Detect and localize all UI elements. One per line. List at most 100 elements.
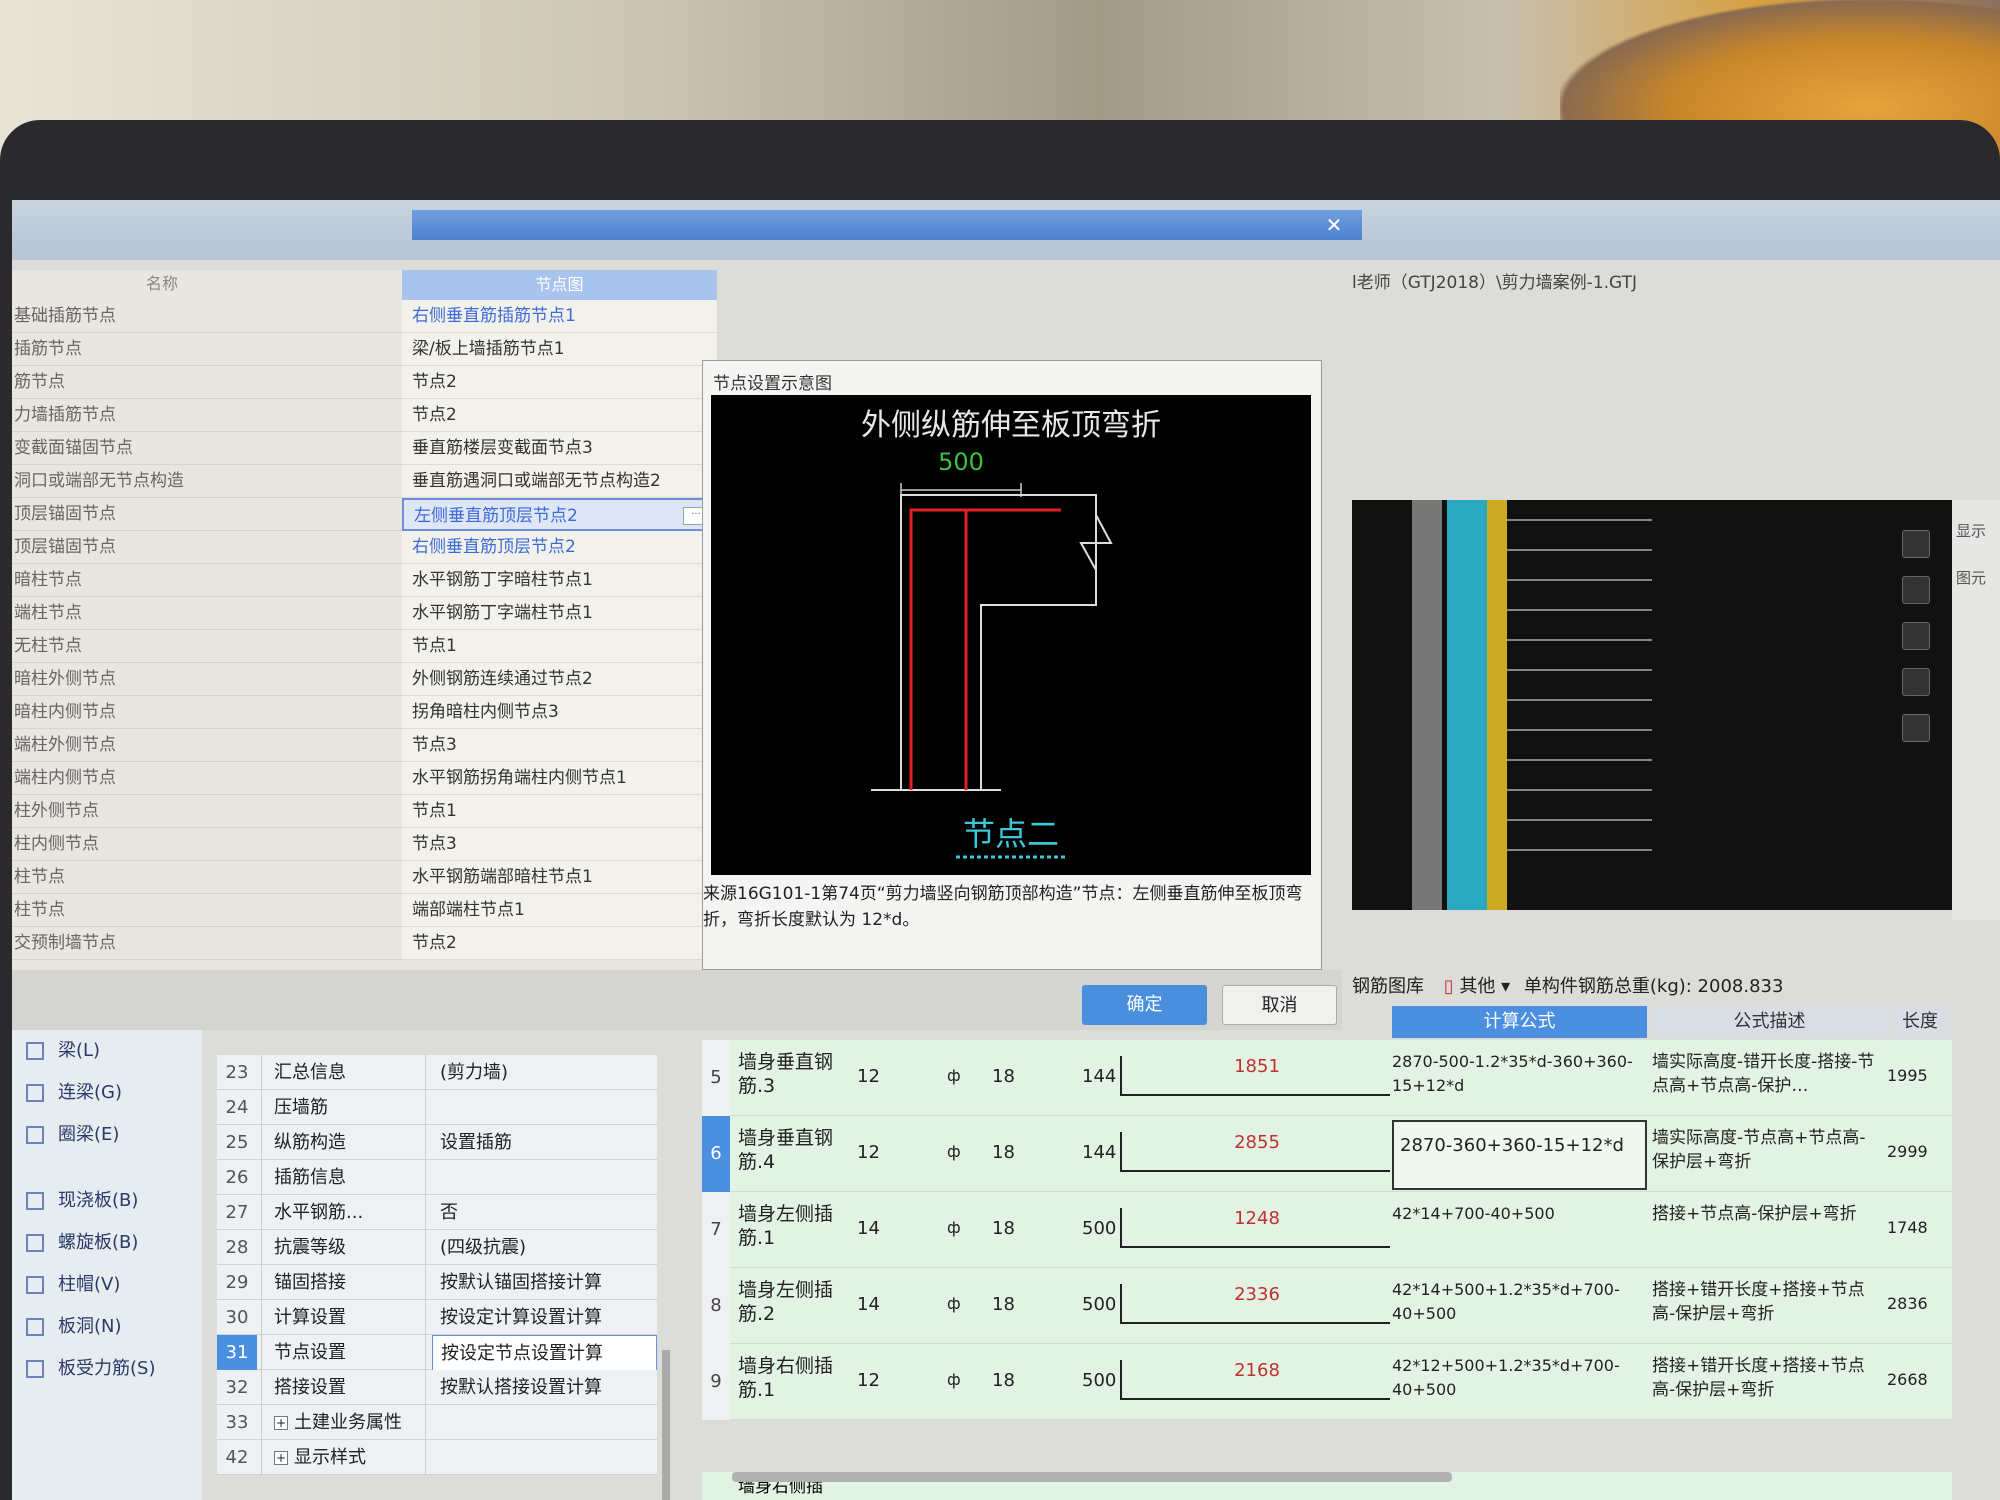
property-row[interactable]: 26 插筋信息 [217,1160,657,1195]
bar-formula: 42*14+700-40+500 [1392,1204,1555,1223]
header-formula[interactable]: 计算公式 [1392,1006,1647,1038]
rotate-icon[interactable] [1902,530,1930,558]
sidebar-item[interactable]: 板洞(N) [12,1306,202,1348]
sidebar-item[interactable]: 圈梁(E) [12,1114,202,1156]
node-list-item[interactable]: 左侧垂直筋顶层节点2 ··· [402,498,717,531]
bar-formula: 2870-500-1.2*35*d-360+360-15+12*d [1392,1052,1633,1095]
property-row[interactable]: 31 节点设置 按设定节点设置计算 [217,1335,657,1372]
node-list-item[interactable]: 节点1 [402,630,717,663]
table-row[interactable]: 5 墙身垂直钢筋.3 12 ф 18 144 2870-500-1.2*35*d-360+3… [702,1040,1952,1116]
table-row[interactable]: 9 墙身右侧插筋.1 12 ф 18 500 42*12+500+1.2*35*d+700-… [702,1344,1952,1420]
property-row[interactable]: 29 锚固搭接 按默认锚固搭接计算 [217,1265,657,1300]
expand-icon[interactable]: + [274,1451,288,1465]
node-list-item[interactable]: 右侧垂直筋插筋节点1 [402,300,717,333]
sidebar-item[interactable]: 梁(L) [12,1030,202,1072]
property-row[interactable]: 42 + 显示样式 [217,1440,657,1475]
node-list-item[interactable]: 垂直筋遇洞口或端部无节点构造2 [402,465,717,498]
property-row[interactable]: 33 + 土建业务属性 [217,1405,657,1440]
node-list-item[interactable]: 节点2 [402,399,717,432]
name-list-item[interactable]: 基础插筋节点 [12,300,402,333]
node-list-item[interactable]: 外侧钢筋连续通过节点2 [402,663,717,696]
bar-shape-length: 2168 [1234,1360,1280,1381]
property-row[interactable]: 23 汇总信息 (剪力墙) [217,1055,657,1090]
refresh-icon[interactable] [1902,714,1930,742]
node-list-item[interactable]: 端部端柱节点1 [402,894,717,927]
name-list-item[interactable]: 柱外侧节点 [12,795,402,828]
property-value[interactable]: 按设定计算设置计算 [432,1300,657,1335]
property-row[interactable]: 25 纵筋构造 设置插筋 [217,1125,657,1160]
chevron-down-icon[interactable]: ▾ [1501,976,1516,997]
header-description[interactable]: 公式描述 [1652,1006,1887,1038]
property-scrollbar[interactable] [662,1350,670,1500]
box-icon[interactable] [1902,668,1930,696]
property-value[interactable]: 否 [432,1195,657,1230]
node-list-item[interactable]: 节点3 [402,729,717,762]
sidebar-item[interactable]: 螺旋板(B) [12,1222,202,1264]
property-row[interactable]: 32 搭接设置 按默认搭接设置计算 [217,1370,657,1405]
node-list-item[interactable]: 水平钢筋端部暗柱节点1 [402,861,717,894]
rebar-library-button[interactable]: 钢筋图库 [1352,976,1424,997]
node-list-item[interactable]: 节点1 [402,795,717,828]
name-list-item[interactable]: 柱节点 [12,894,402,927]
property-value[interactable]: (四级抗震) [432,1230,657,1265]
name-list-item[interactable]: 端柱内侧节点 [12,762,402,795]
bar-grade: ф [947,1218,961,1237]
layer-icon[interactable] [1902,576,1930,604]
sidebar-item[interactable]: 柱帽(V) [12,1264,202,1306]
other-menu[interactable]: 其他 [1459,976,1495,997]
property-row[interactable]: 30 计算设置 按设定计算设置计算 [217,1300,657,1335]
sidebar-item[interactable]: 板受力筋(S) [12,1348,202,1390]
cancel-button[interactable]: 取消 [1222,985,1337,1025]
ok-button[interactable]: 确定 [1082,985,1207,1025]
bar-bend: 144 [1082,1066,1117,1087]
cube-icon[interactable] [1902,622,1930,650]
name-list-item[interactable]: 无柱节点 [12,630,402,663]
name-list-item[interactable]: 插筋节点 [12,333,402,366]
table-row[interactable]: 6 墙身垂直钢筋.4 12 ф 18 144 2870-360+360-15+12*d 墙实际… [702,1116,1952,1192]
name-list-item[interactable]: 暗柱外侧节点 [12,663,402,696]
3d-view[interactable] [1352,500,1952,910]
name-list-item[interactable]: 力墙插筋节点 [12,399,402,432]
property-value[interactable]: 设置插筋 [432,1125,657,1160]
node-list-item[interactable]: 水平钢筋拐角端柱内侧节点1 [402,762,717,795]
close-icon[interactable]: ✕ [1322,213,1346,237]
property-row[interactable]: 27 水平钢筋... 否 [217,1195,657,1230]
name-list-item[interactable]: 柱节点 [12,861,402,894]
name-list-item[interactable]: 顶层锚固节点 [12,531,402,564]
header-length[interactable]: 长度 [1890,1006,1950,1038]
node-list-item[interactable]: 梁/板上墙插筋节点1 [402,333,717,366]
property-value[interactable]: (剪力墙) [432,1055,657,1090]
name-list-item[interactable]: 交预制墙节点 [12,927,402,960]
node-list-item[interactable]: 垂直筋楼层变截面节点3 [402,432,717,465]
expand-icon[interactable]: + [274,1416,288,1430]
name-list-item[interactable]: 洞口或端部无节点构造 [12,465,402,498]
table-scrollbar[interactable] [732,1472,1452,1482]
name-list-item[interactable]: 变截面锚固节点 [12,432,402,465]
node-list-item[interactable]: 节点3 [402,828,717,861]
name-list-item[interactable]: 暗柱节点 [12,564,402,597]
node-list-item[interactable]: 水平钢筋丁字暗柱节点1 [402,564,717,597]
rebar-node-drawing: 外侧纵筋伸至板顶弯折 500 节点二 [861,408,1161,859]
node-list-item[interactable]: 节点2 [402,927,717,960]
name-list-item[interactable]: 端柱外侧节点 [12,729,402,762]
table-row[interactable]: 7 墙身左侧插筋.1 14 ф 18 500 42*14+700-40+500 搭接+节点高-… [702,1192,1952,1268]
table-row[interactable]: 8 墙身左侧插筋.2 14 ф 18 500 42*14+500+1.2*35*d+700-… [702,1268,1952,1344]
node-list-item[interactable]: 拐角暗柱内侧节点3 [402,696,717,729]
name-list-item[interactable]: 筋节点 [12,366,402,399]
property-value[interactable]: 按默认搭接设置计算 [432,1370,657,1405]
name-list-item[interactable]: 柱内侧节点 [12,828,402,861]
node-list-item[interactable]: 右侧垂直筋顶层节点2 [402,531,717,564]
property-value[interactable]: 按默认锚固搭接计算 [432,1265,657,1300]
name-list-item[interactable]: 暗柱内侧节点 [12,696,402,729]
sidebar-item[interactable]: 现浇板(B) [12,1180,202,1222]
row-number: 5 [702,1040,730,1116]
node-list-item[interactable]: 节点2 [402,366,717,399]
name-list-item[interactable]: 端柱节点 [12,597,402,630]
node-list-item[interactable]: 水平钢筋丁字端柱节点1 [402,597,717,630]
name-list-item[interactable]: 顶层锚固节点 [12,498,402,531]
property-name-text: 节点设置 [274,1342,346,1363]
property-row[interactable]: 28 抗震等级 (四级抗震) [217,1230,657,1265]
sidebar-item[interactable]: 连梁(G) [12,1072,202,1114]
property-value[interactable]: 按设定节点设置计算 [432,1335,657,1372]
property-row[interactable]: 24 压墙筋 [217,1090,657,1125]
